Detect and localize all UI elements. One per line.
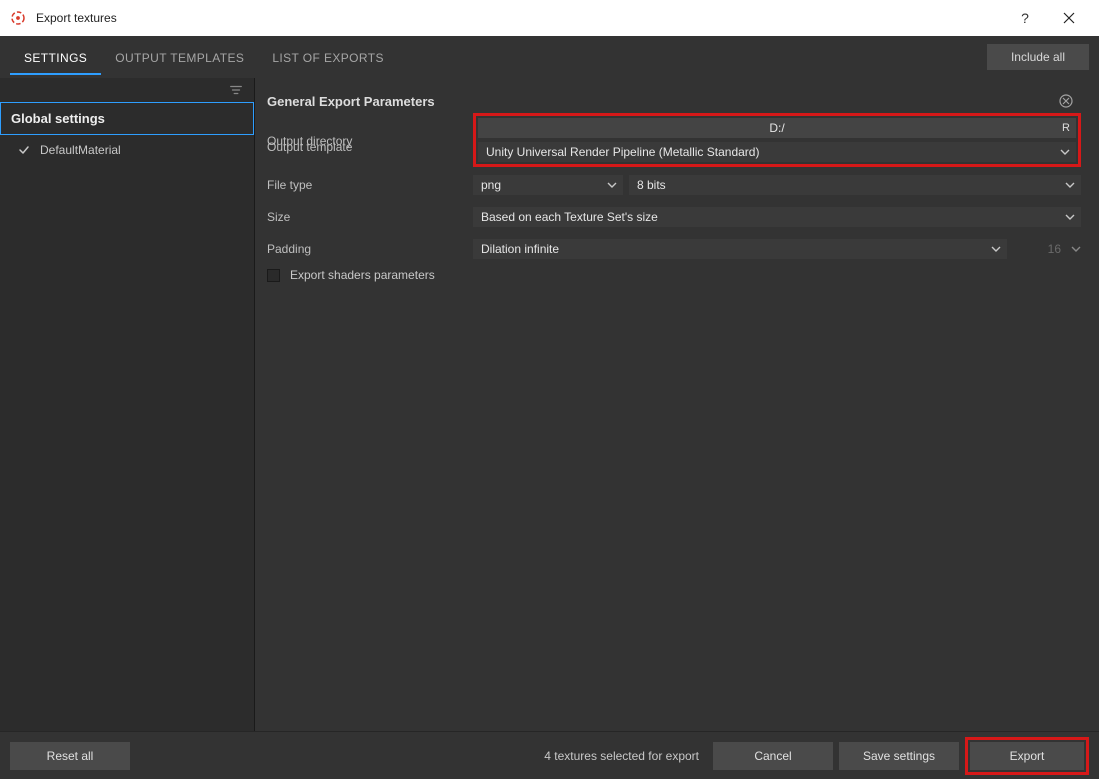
cancel-button[interactable]: Cancel	[713, 742, 833, 770]
export-shaders-checkbox[interactable]	[267, 269, 280, 282]
chevron-down-icon	[607, 180, 617, 190]
tab-settings[interactable]: SETTINGS	[10, 39, 101, 75]
tab-list-of-exports[interactable]: LIST OF EXPORTS	[258, 39, 398, 75]
bit-depth-value: 8 bits	[637, 178, 666, 192]
chevron-down-icon	[1060, 147, 1070, 157]
content-panel: General Export Parameters Output directo…	[255, 78, 1099, 731]
export-shaders-row[interactable]: Export shaders parameters	[261, 268, 1081, 282]
check-icon	[18, 144, 30, 156]
include-all-button[interactable]: Include all	[987, 44, 1089, 70]
app-icon	[8, 8, 28, 28]
size-value: Based on each Texture Set's size	[481, 210, 658, 224]
file-type-select[interactable]: png	[473, 175, 623, 195]
label-padding: Padding	[261, 242, 473, 256]
padding-select[interactable]: Dilation infinite	[473, 239, 1007, 259]
output-directory-field[interactable]: D:/ R	[478, 118, 1076, 138]
chevron-down-icon	[991, 244, 1001, 254]
size-select[interactable]: Based on each Texture Set's size	[473, 207, 1081, 227]
output-directory-suffix: R	[1062, 122, 1070, 134]
file-type-value: png	[481, 178, 501, 192]
sidebar: Global settings DefaultMaterial	[0, 78, 255, 731]
highlight-export: Export	[965, 737, 1089, 775]
padding-pixel-value: 16	[1017, 242, 1061, 256]
chevron-down-icon	[1065, 212, 1075, 222]
chevron-down-icon	[1065, 180, 1075, 190]
filter-icon	[228, 83, 244, 97]
label-size: Size	[261, 210, 473, 224]
reset-params-icon[interactable]	[1057, 92, 1075, 110]
tab-strip: SETTINGS OUTPUT TEMPLATES LIST OF EXPORT…	[10, 39, 398, 75]
window-title: Export textures	[36, 11, 1003, 25]
tab-output-templates[interactable]: OUTPUT TEMPLATES	[101, 39, 258, 75]
titlebar: Export textures ?	[0, 0, 1099, 36]
output-template-value: Unity Universal Render Pipeline (Metalli…	[486, 145, 759, 159]
material-name: DefaultMaterial	[40, 143, 121, 157]
sidebar-global-settings[interactable]: Global settings	[0, 102, 254, 135]
label-file-type: File type	[261, 178, 473, 192]
export-form: Output directory D:/ R Unity Universal R…	[261, 126, 1081, 282]
output-directory-value: D:/	[769, 121, 784, 135]
save-settings-button[interactable]: Save settings	[839, 742, 959, 770]
sidebar-filter[interactable]	[0, 78, 254, 102]
export-shaders-label: Export shaders parameters	[290, 268, 435, 282]
topbar: SETTINGS OUTPUT TEMPLATES LIST OF EXPORT…	[0, 36, 1099, 78]
chevron-down-icon	[1071, 244, 1081, 254]
export-button[interactable]: Export	[970, 742, 1084, 770]
highlight-output: D:/ R Unity Universal Render Pipeline (M…	[473, 113, 1081, 167]
reset-all-button[interactable]: Reset all	[10, 742, 130, 770]
bit-depth-select[interactable]: 8 bits	[629, 175, 1081, 195]
output-template-select[interactable]: Unity Universal Render Pipeline (Metalli…	[478, 142, 1076, 162]
label-output-dir: Output directory	[261, 134, 473, 148]
padding-value: Dilation infinite	[481, 242, 559, 256]
close-button[interactable]	[1047, 4, 1091, 32]
content-title: General Export Parameters	[267, 94, 435, 109]
help-button[interactable]: ?	[1003, 4, 1047, 32]
footer: Reset all 4 textures selected for export…	[0, 731, 1099, 779]
sidebar-item-material[interactable]: DefaultMaterial	[0, 135, 254, 165]
export-status: 4 textures selected for export	[544, 749, 699, 763]
